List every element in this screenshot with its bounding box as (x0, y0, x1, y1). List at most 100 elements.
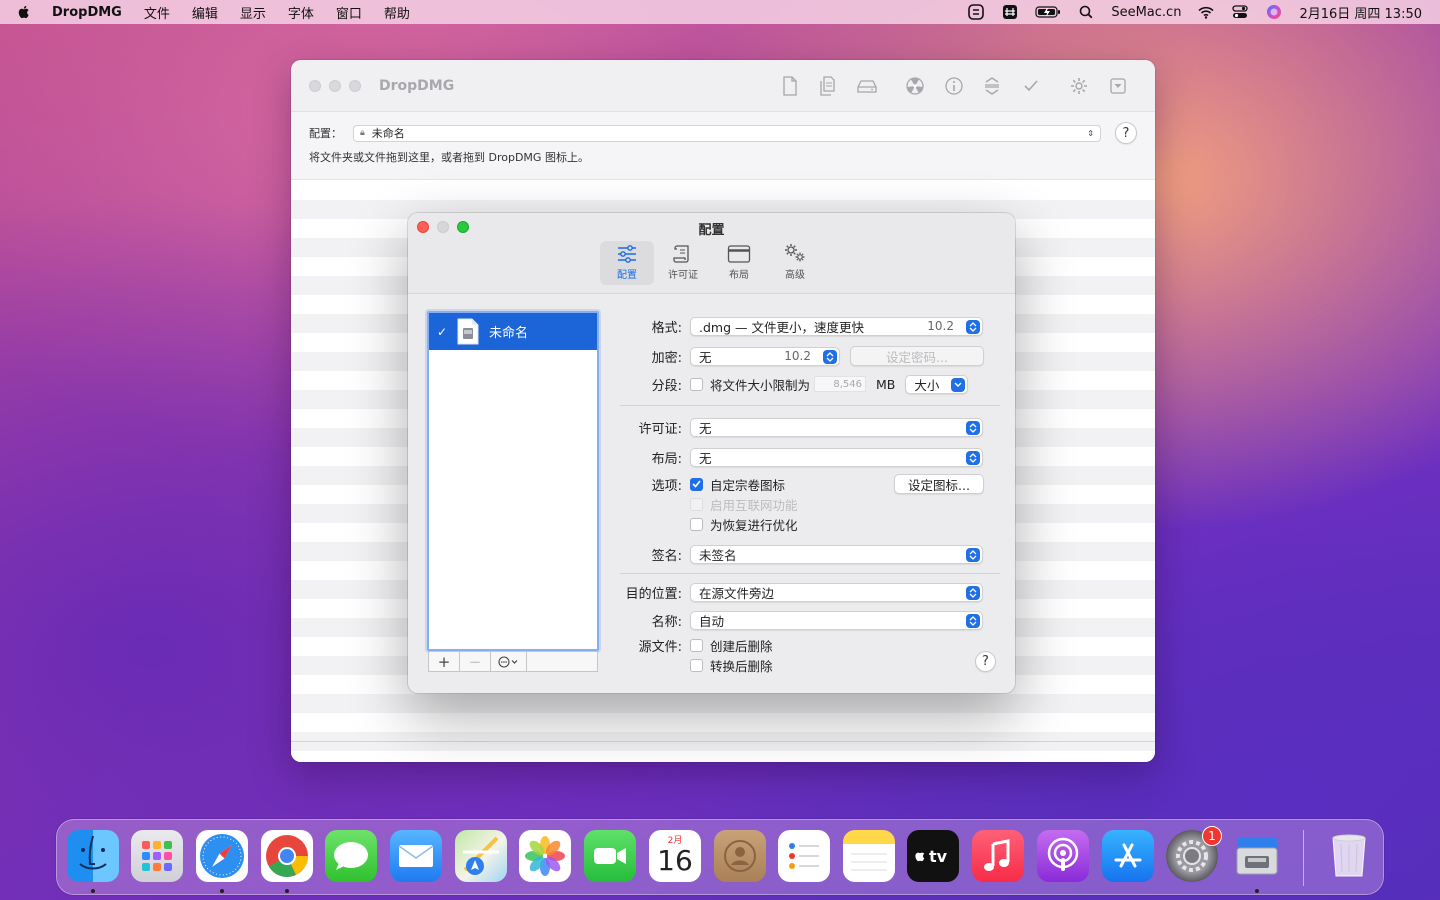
dock-running-indicator (1255, 889, 1259, 893)
dock-music[interactable] (972, 830, 1024, 882)
text-input-icon[interactable] (967, 4, 985, 20)
dock-maps[interactable] (455, 830, 507, 882)
toolbar-burn-button[interactable] (896, 72, 935, 100)
hard-drive-icon (857, 79, 877, 93)
apple-logo-icon[interactable] (16, 4, 32, 20)
toolbar-verify-button[interactable] (1012, 72, 1051, 100)
format-label: 格式: (651, 320, 682, 336)
dock-messages[interactable] (325, 830, 377, 882)
destination-popup[interactable]: 在源文件旁边 (690, 582, 983, 602)
toolbar-settings-button[interactable] (1060, 72, 1099, 100)
encrypt-popup[interactable]: 无 10.2 (690, 346, 840, 366)
delete-after-convert-checkbox[interactable] (690, 658, 703, 672)
dock-mail[interactable] (390, 830, 442, 882)
dock-podcasts[interactable] (1037, 830, 1089, 882)
menubar-clock[interactable]: 2月16日 周四 13:50 (1299, 3, 1422, 22)
menu-edit[interactable]: 编辑 (192, 3, 218, 22)
remove-config-button[interactable]: − (460, 652, 491, 671)
control-center-icon[interactable] (1231, 4, 1249, 20)
segment-checkbox[interactable] (690, 377, 703, 391)
dock-chrome[interactable] (261, 830, 313, 882)
menubar-brand-text[interactable]: SeeMac.cn (1111, 5, 1181, 20)
set-password-button[interactable]: 设定密码... (850, 346, 984, 366)
delete-after-create-checkbox[interactable] (690, 638, 703, 652)
sign-popup[interactable]: 未签名 (690, 544, 983, 564)
input-method-icon[interactable] (1001, 4, 1019, 20)
destination-row: 目的位置: 在源文件旁边 (620, 582, 983, 602)
search-icon[interactable] (1077, 4, 1095, 20)
toolbar-info-button[interactable] (935, 72, 974, 100)
optimize-row: 为恢复进行优化 (690, 514, 798, 534)
toolbar-disk-button[interactable] (848, 72, 887, 100)
dock-dropdmg[interactable] (1231, 830, 1283, 882)
dock-finder[interactable] (67, 830, 119, 882)
internet-checkbox[interactable] (690, 497, 703, 511)
apple-tv-icon: tv (915, 847, 948, 866)
format-popup[interactable]: .dmg — 文件更小，速度更快 10.2 (690, 316, 983, 336)
dock-facetime[interactable] (584, 830, 636, 882)
segment-preset-popup[interactable]: 大小 (905, 374, 969, 394)
add-config-button[interactable]: + (429, 652, 460, 671)
layout-popup[interactable]: 无 (690, 447, 983, 467)
custom-icon-checkbox[interactable] (690, 477, 703, 491)
dropdmg-app-icon (1236, 838, 1278, 875)
chrome-icon (266, 835, 308, 877)
config-list[interactable]: ✓ 未命名 (427, 311, 599, 651)
zoom-button[interactable] (349, 79, 361, 92)
minimize-button[interactable] (329, 79, 341, 92)
dialog-help-button[interactable]: ? (975, 651, 996, 672)
dock-app-store[interactable] (1102, 830, 1154, 882)
dock-safari[interactable] (196, 830, 248, 882)
message-bubble-icon (334, 842, 368, 870)
encrypt-label: 加密: (651, 350, 682, 366)
main-help-button[interactable]: ? (1115, 122, 1137, 144)
battery-icon[interactable] (1035, 4, 1061, 20)
dock-photos[interactable] (519, 830, 571, 882)
segment-label: 分段: (651, 378, 682, 394)
chevron-down-icon (951, 377, 966, 392)
dock-launchpad[interactable] (131, 830, 183, 882)
config-select[interactable]: 🔒︎ 未命名 ⇕ (353, 124, 1101, 142)
delete-after-convert-text: 转换后删除 (710, 658, 773, 674)
segment-size-field[interactable]: 8,546 (814, 376, 867, 392)
dock-reminders[interactable] (778, 830, 830, 882)
music-note-icon (984, 839, 1010, 871)
segment-preset-value: 大小 (914, 377, 940, 393)
checkmark-icon[interactable]: ✓ (437, 325, 451, 339)
layout-row: 布局: 无 (620, 447, 983, 467)
dock-notes[interactable] (843, 830, 895, 882)
encrypt-row: 加密: 无 10.2 设定密码... (620, 346, 984, 366)
list-toolbar: + − (428, 651, 598, 672)
toolbar-menu-button[interactable] (1099, 72, 1138, 100)
toolbar-compress-button[interactable] (973, 72, 1012, 100)
dock-tv[interactable]: tv (907, 830, 959, 882)
siri-icon[interactable] (1265, 4, 1283, 20)
menu-file[interactable]: 文件 (144, 3, 170, 22)
app-store-icon (1114, 843, 1142, 868)
dock-running-indicator (220, 889, 224, 893)
dock-calendar[interactable]: 2月 16 (649, 830, 701, 882)
toolbar-new-document-button[interactable] (771, 72, 810, 100)
menu-app-name[interactable]: DropDMG (52, 5, 122, 20)
optimize-checkbox[interactable] (690, 517, 703, 531)
dock-trash[interactable] (1323, 830, 1375, 882)
license-popup[interactable]: 无 (690, 417, 983, 437)
action-menu-button[interactable] (491, 652, 527, 671)
name-popup[interactable]: 自动 (690, 610, 983, 630)
notification-badge: 1 (1202, 826, 1222, 846)
chevron-updown-icon (966, 319, 980, 334)
menu-help[interactable]: 帮助 (384, 3, 410, 22)
list-item[interactable]: ✓ 未命名 (429, 313, 597, 350)
menu-window[interactable]: 窗口 (336, 3, 362, 22)
dock-contacts[interactable] (714, 830, 766, 882)
set-icon-button[interactable]: 设定图标... (894, 474, 984, 494)
options-label: 选项: (651, 478, 682, 494)
format-version: 10.2 (927, 319, 954, 333)
close-button[interactable] (309, 79, 321, 92)
menu-font[interactable]: 字体 (288, 3, 314, 22)
toolbar-copy-button[interactable] (809, 72, 848, 100)
segment-unit: MB (876, 376, 896, 392)
wifi-icon[interactable] (1197, 4, 1215, 20)
menu-view[interactable]: 显示 (240, 3, 266, 22)
chevron-updown-icon (966, 613, 980, 628)
